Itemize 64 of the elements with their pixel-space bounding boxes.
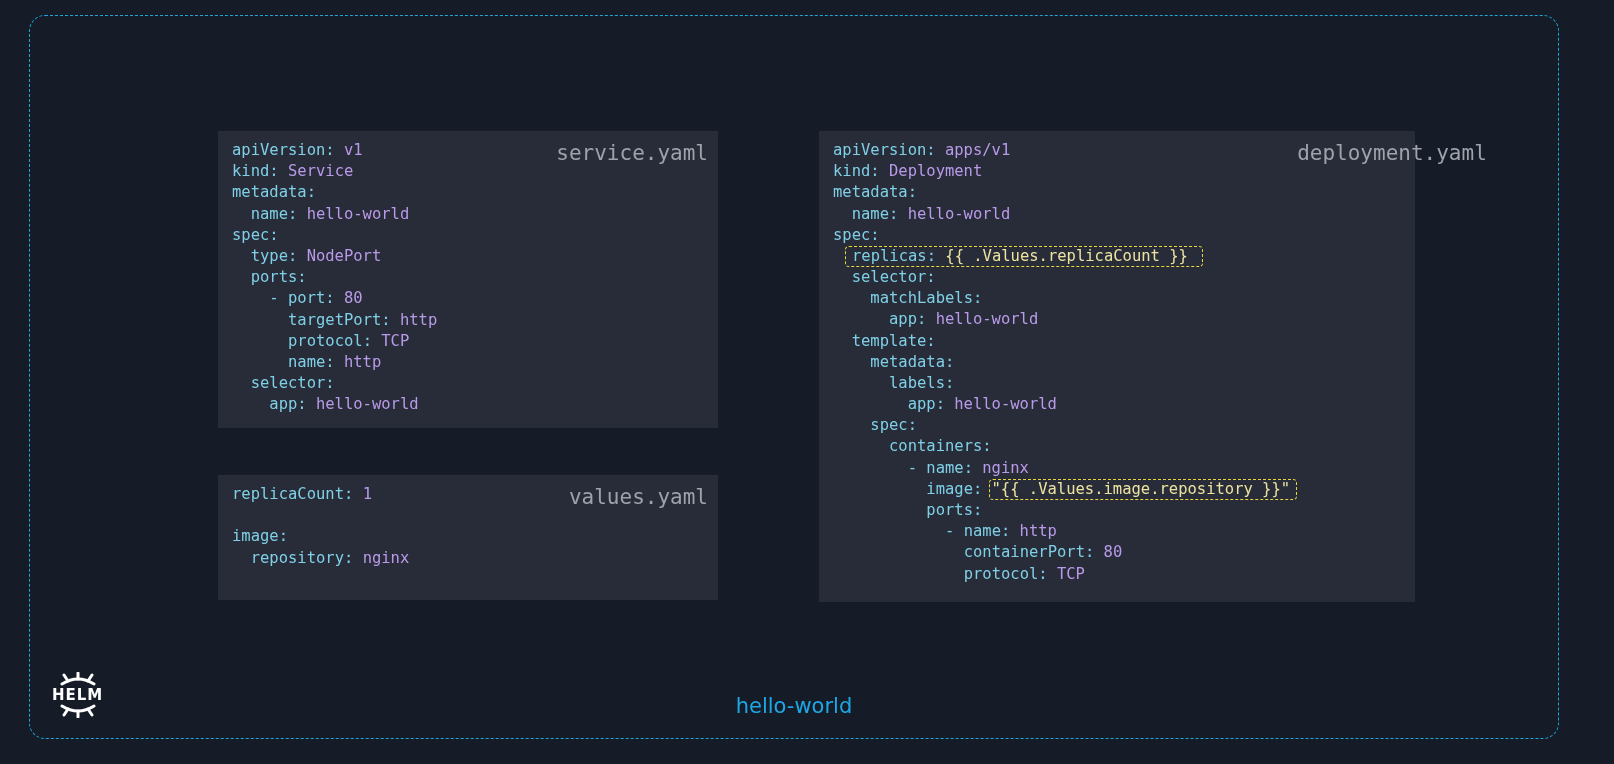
yaml-value: nginx bbox=[362, 547, 410, 569]
yaml-key: image: bbox=[232, 526, 288, 548]
yaml-key: - port: bbox=[232, 288, 335, 310]
yaml-value: v1 bbox=[343, 140, 363, 161]
yaml-key: template: bbox=[833, 330, 936, 352]
yaml-key: name: bbox=[833, 203, 899, 225]
yaml-key: apiVersion: bbox=[833, 140, 936, 162]
yaml-value: hello-world bbox=[935, 309, 1039, 331]
yaml-value: TCP bbox=[381, 330, 410, 352]
yaml-key: app: bbox=[232, 394, 307, 416]
yaml-key: name: bbox=[232, 203, 298, 225]
yaml-key: spec: bbox=[833, 224, 880, 246]
yaml-key: kind: bbox=[833, 161, 880, 183]
yaml-key: ports: bbox=[232, 267, 307, 289]
yaml-key: ports: bbox=[833, 500, 983, 522]
yaml-value: 80 bbox=[343, 288, 363, 310]
yaml-value: http bbox=[1019, 521, 1057, 543]
yaml-value: 1 bbox=[362, 484, 372, 505]
yaml-key: selector: bbox=[833, 266, 936, 289]
yaml-key: protocol: bbox=[232, 330, 372, 352]
yaml-key: protocol: bbox=[833, 563, 1048, 585]
yaml-key: containers: bbox=[833, 436, 992, 458]
yaml-value: http bbox=[343, 351, 382, 373]
yaml-value: TCP bbox=[1056, 563, 1085, 585]
yaml-value: http bbox=[399, 309, 438, 331]
yaml-key: replicaCount: bbox=[232, 484, 354, 506]
yaml-value: hello-world bbox=[306, 203, 410, 225]
template-expression: "{{ .Values.image.repository }}" bbox=[988, 478, 1298, 500]
yaml-key: labels: bbox=[833, 372, 955, 395]
yaml-value: Deployment bbox=[888, 161, 983, 183]
yaml-key: metadata: bbox=[833, 351, 955, 373]
yaml-value: NodePort bbox=[306, 245, 382, 267]
yaml-key: - name: bbox=[833, 457, 973, 479]
yaml-value: nginx bbox=[982, 457, 1029, 479]
yaml-key: targetPort: bbox=[232, 309, 391, 331]
yaml-value: apps/v1 bbox=[944, 140, 1011, 161]
yaml-key: name: bbox=[232, 351, 335, 374]
yaml-key: app: bbox=[833, 309, 927, 331]
helm-logo: HELM bbox=[52, 672, 104, 718]
yaml-key: kind: bbox=[232, 161, 279, 183]
yaml-value: hello-world bbox=[954, 394, 1057, 416]
yaml-key: metadata: bbox=[232, 182, 316, 204]
yaml-key: type: bbox=[232, 245, 298, 268]
yaml-key: spec: bbox=[232, 224, 279, 246]
chart-name: hello-world bbox=[735, 694, 853, 718]
yaml-key: apiVersion: bbox=[232, 140, 335, 162]
yaml-key: - name: bbox=[833, 521, 1011, 543]
yaml-value: hello-world bbox=[907, 203, 1011, 225]
yaml-key: selector: bbox=[232, 373, 335, 395]
yaml-value: 80 bbox=[1103, 542, 1123, 564]
yaml-key: replicas: bbox=[852, 246, 936, 266]
yaml-key: matchLabels: bbox=[833, 288, 983, 310]
yaml-value: hello-world bbox=[315, 394, 419, 416]
yaml-key: containerPort: bbox=[833, 542, 1095, 564]
yaml-key: image: bbox=[833, 478, 983, 500]
yaml-key: metadata: bbox=[833, 182, 917, 204]
file-name: deployment.yaml bbox=[1297, 140, 1487, 166]
file-name: service.yaml bbox=[556, 140, 708, 166]
yaml-key: repository: bbox=[232, 547, 354, 569]
yaml-value: Service bbox=[287, 161, 354, 183]
template-expression: {{ .Values.replicaCount }} bbox=[945, 246, 1188, 266]
file-name: values.yaml bbox=[568, 484, 708, 510]
yaml-key: spec: bbox=[833, 415, 917, 437]
yaml-key: app: bbox=[833, 394, 945, 416]
